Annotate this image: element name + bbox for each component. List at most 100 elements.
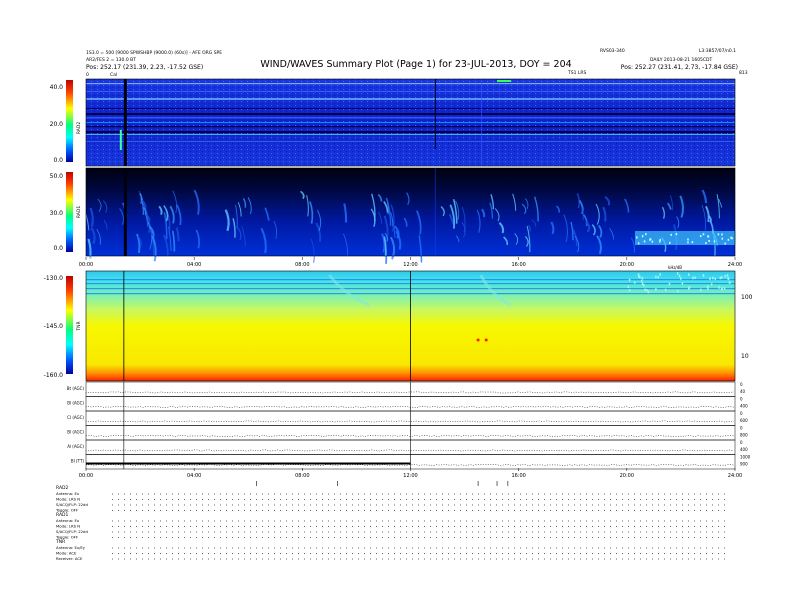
rad1-late-speck bbox=[687, 238, 689, 241]
agc-right-tick: 0 bbox=[740, 411, 743, 416]
tnr-speck bbox=[644, 288, 646, 292]
tnr-speck bbox=[628, 278, 631, 282]
settings-row: S/ACQ/FLP: 22dd bbox=[56, 502, 88, 507]
tnr-speck bbox=[677, 289, 679, 293]
tnr-speck bbox=[633, 281, 636, 284]
rad1-late-speck bbox=[691, 241, 694, 244]
header-left-line1: 1S3.0 = 500 [9000 SPWSHBP (9000.0) (60s)… bbox=[86, 50, 222, 56]
tnr-speck bbox=[707, 285, 709, 288]
tnr-speck bbox=[694, 276, 696, 279]
agc-series-line bbox=[85, 420, 735, 423]
rad1-axis-label: RAD1 bbox=[76, 206, 82, 218]
tnr-speck bbox=[718, 286, 720, 289]
tnr-speck bbox=[709, 277, 711, 280]
rad2-cal-mark bbox=[119, 130, 122, 150]
agc-row-label: Al (AGC) bbox=[67, 444, 84, 449]
rad1-late-speck bbox=[645, 233, 647, 236]
tnr-speck bbox=[688, 287, 690, 290]
agc-row-label: Bl (AGC) bbox=[67, 401, 84, 406]
tnr-speck bbox=[668, 282, 671, 286]
rad1-tick: 30.0 bbox=[50, 210, 64, 217]
agc-row-label: Bt (AGC) bbox=[67, 386, 85, 391]
time-tick-label: 08:00 bbox=[295, 262, 309, 268]
agc-right-tick: 0 bbox=[740, 426, 743, 431]
rad2-band bbox=[86, 113, 735, 115]
rad1-late-speck bbox=[636, 236, 638, 239]
agc-row-label: Cl (AGC) bbox=[67, 415, 84, 420]
sublabel-left: 0 bbox=[86, 72, 89, 78]
rad1-late-speck bbox=[658, 240, 661, 243]
rad1-late-speck bbox=[731, 237, 733, 240]
tnr-speck bbox=[724, 275, 727, 278]
settings-row: Toggle: OFF bbox=[55, 508, 78, 513]
tnr-colorbar bbox=[66, 276, 73, 374]
rad1-late-emission bbox=[634, 231, 736, 245]
settings-row: Mode: LRS N bbox=[56, 524, 80, 529]
tnr-speck bbox=[678, 274, 681, 278]
tnr-speck bbox=[721, 275, 723, 279]
tnr-speck bbox=[714, 277, 716, 281]
rad2-tick: 20.0 bbox=[50, 121, 64, 128]
rad1-late-speck bbox=[705, 242, 707, 245]
rad1-late-speck bbox=[699, 235, 702, 238]
tnr-tick: -145.0 bbox=[44, 323, 64, 330]
tnr-speck bbox=[711, 276, 714, 280]
tnr-red-spot bbox=[484, 338, 488, 342]
settings-row: Antenna: Ex bbox=[56, 491, 80, 496]
agc-right-tick: 900 bbox=[740, 462, 748, 467]
header-left-line3: Pos: 252.17 (231.39, 2.23, -17.52 GSE) bbox=[86, 64, 203, 71]
tnr-axis-label: TNR bbox=[76, 321, 82, 331]
settings-row: Mode: LRS N bbox=[56, 497, 80, 502]
rad1-tick: 0.0 bbox=[53, 245, 63, 252]
tnr-speck bbox=[702, 274, 705, 277]
tnr-speck bbox=[707, 287, 709, 291]
rad1-late-speck bbox=[721, 233, 723, 236]
tnr-speck bbox=[680, 277, 682, 280]
tnr-right-tick: 10 bbox=[741, 353, 749, 360]
rad1-cal-gap bbox=[123, 168, 127, 256]
tnr-speck bbox=[641, 282, 644, 285]
settings-row: S/ACQ/FLP: 22dd bbox=[56, 529, 88, 534]
agc-right-tick: 40 bbox=[740, 389, 746, 394]
tnr-speck bbox=[655, 275, 657, 279]
tnr-speck bbox=[726, 274, 729, 277]
rad2-axis-label: RAD2 bbox=[76, 122, 82, 134]
rad1-late-speck bbox=[717, 233, 720, 236]
rad2-panel: RAD2 40.0 20.0 0.0 bbox=[50, 78, 736, 167]
time-axis-bottom: 00:00 04:00 08:00 12:00 16:00 20:00 24:00 bbox=[79, 468, 742, 479]
tnr-speck bbox=[641, 276, 644, 280]
tnr-tick: -130.0 bbox=[44, 275, 64, 282]
rad2-band bbox=[86, 131, 735, 133]
rad1-late-speck bbox=[724, 242, 726, 245]
agc-row-label: Bl (AGC) bbox=[67, 430, 84, 435]
time-tick-label: 00:00 bbox=[79, 262, 93, 268]
rad1-late-speck bbox=[637, 242, 640, 245]
rad2-band bbox=[86, 91, 735, 92]
rad2-band bbox=[86, 98, 735, 100]
agc-right-tick: 800 bbox=[740, 433, 748, 438]
rad2-band bbox=[86, 141, 735, 142]
agc-series-line bbox=[85, 391, 735, 394]
tnr-speck bbox=[681, 282, 684, 285]
rad2-band bbox=[86, 134, 735, 135]
agc-right-tick: 0 bbox=[740, 397, 743, 402]
rad1-late-speck bbox=[713, 240, 716, 243]
summary-figure: 1S3.0 = 500 [9000 SPWSHBP (9000.0) (60s)… bbox=[44, 48, 753, 561]
rad1-late-speck bbox=[702, 233, 705, 236]
sublabel-right: 813 bbox=[739, 70, 748, 76]
sublabel-cal: Cal bbox=[110, 72, 117, 78]
time-tick-label: 12:00 bbox=[403, 473, 417, 479]
agc-right-tick: 400 bbox=[740, 447, 748, 452]
time-axis-top: 00:00 04:00 08:00 12:00 16:00 20:00 24:00 bbox=[79, 257, 742, 268]
rad1-late-speck bbox=[641, 235, 644, 238]
tnr-speck bbox=[719, 276, 722, 280]
rad2-band bbox=[86, 108, 735, 109]
header-right-line2: DAILY 2013-08-21 1605CDT bbox=[650, 57, 713, 63]
tnr-speck bbox=[721, 287, 723, 290]
settings-row: Antenna: Ex bbox=[56, 518, 80, 523]
time-tick-label: 04:00 bbox=[187, 473, 201, 479]
agc-series-line bbox=[85, 464, 735, 466]
agc-right-tick: 1000 bbox=[740, 455, 751, 460]
rad1-late-speck bbox=[707, 235, 709, 238]
page-title: WIND/WAVES Summary Plot (Page 1) for 23-… bbox=[260, 59, 571, 70]
